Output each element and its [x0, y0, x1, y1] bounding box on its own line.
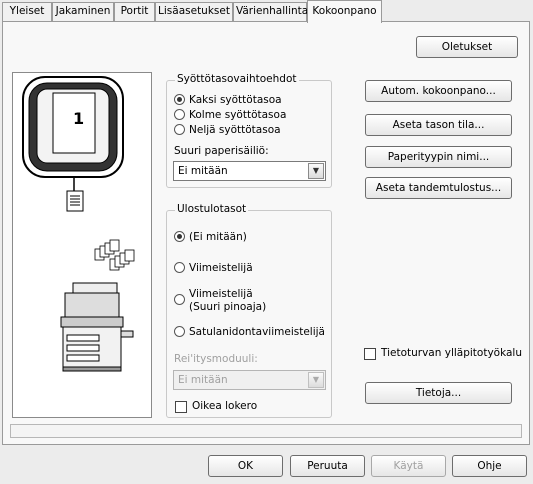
radio-indicator[interactable] [174, 262, 185, 273]
large-tray-value: Ei mitään [178, 165, 228, 177]
radio-indicator[interactable] [174, 124, 185, 135]
security-tool-label: Tietoturvan ylläpitotyökalu [381, 347, 523, 359]
set-tray-status-button[interactable]: Aseta tason tila... [365, 114, 512, 136]
radio-indicator[interactable] [174, 231, 185, 242]
large-tray-label: Suuri paperisäiliö: [174, 145, 269, 157]
chevron-down-icon[interactable]: ▼ [308, 163, 324, 179]
large-tray-select[interactable]: Ei mitään ▼ [173, 161, 326, 181]
punch-module-value: Ei mitään [178, 374, 228, 386]
right-tray-checkbox[interactable] [175, 401, 187, 413]
chevron-down-icon: ▼ [308, 372, 324, 388]
radio-finisher-label: Viimeistelijä [189, 262, 253, 274]
ok-button[interactable]: OK [208, 455, 283, 477]
tab-sharing[interactable]: Jakaminen [52, 2, 114, 21]
punch-module-select: Ei mitään ▼ [173, 370, 326, 390]
punch-module-label: Rei'itysmoduuli: [174, 353, 258, 365]
radio-saddle-finisher-label: Satulanidontaviimeistelijä [189, 326, 325, 338]
radio-output-none-label: (Ei mitään) [189, 231, 247, 243]
status-bar [10, 424, 522, 438]
tab-color-management[interactable]: Värienhallinta [233, 2, 308, 21]
paper-type-name-button[interactable]: Paperityypin nimi... [365, 146, 512, 168]
radio-four-trays-label: Neljä syöttötasoa [189, 124, 281, 136]
tab-general[interactable]: Yleiset [2, 2, 52, 21]
radio-indicator[interactable] [174, 94, 185, 105]
radio-two-trays-label: Kaksi syöttötasoa [189, 94, 282, 106]
apply-button: Käytä [371, 455, 446, 477]
security-tool-checkbox[interactable] [364, 348, 376, 360]
about-button[interactable]: Tietoja... [365, 382, 512, 404]
cancel-button[interactable]: Peruuta [290, 455, 365, 477]
radio-indicator[interactable] [174, 326, 185, 337]
help-button[interactable]: Ohje [452, 455, 527, 477]
radio-indicator[interactable] [174, 109, 185, 120]
device-preview: 1 [12, 72, 152, 418]
tab-configuration[interactable]: Kokoonpano [307, 0, 382, 23]
tray-number-label: 1 [73, 109, 85, 128]
radio-finisher-large-line2: (Suuri pinoaja) [189, 301, 267, 313]
radio-three-trays-label: Kolme syöttötasoa [189, 109, 287, 121]
output-trays-legend: Ulostulotasot [175, 203, 249, 215]
tab-advanced[interactable]: Lisäasetukset [155, 2, 233, 21]
right-tray-label: Oikea lokero [192, 400, 258, 412]
tandem-print-button[interactable]: Aseta tandemtulostus... [365, 177, 512, 199]
auto-config-button[interactable]: Autom. kokoonpano... [365, 80, 512, 102]
radio-finisher-large-line1: Viimeistelijä [189, 288, 253, 300]
defaults-button[interactable]: Oletukset [416, 36, 518, 58]
radio-indicator[interactable] [174, 294, 185, 305]
input-options-legend: Syöttötasovaihtoehdot [175, 73, 299, 85]
tab-ports[interactable]: Portit [114, 2, 155, 21]
